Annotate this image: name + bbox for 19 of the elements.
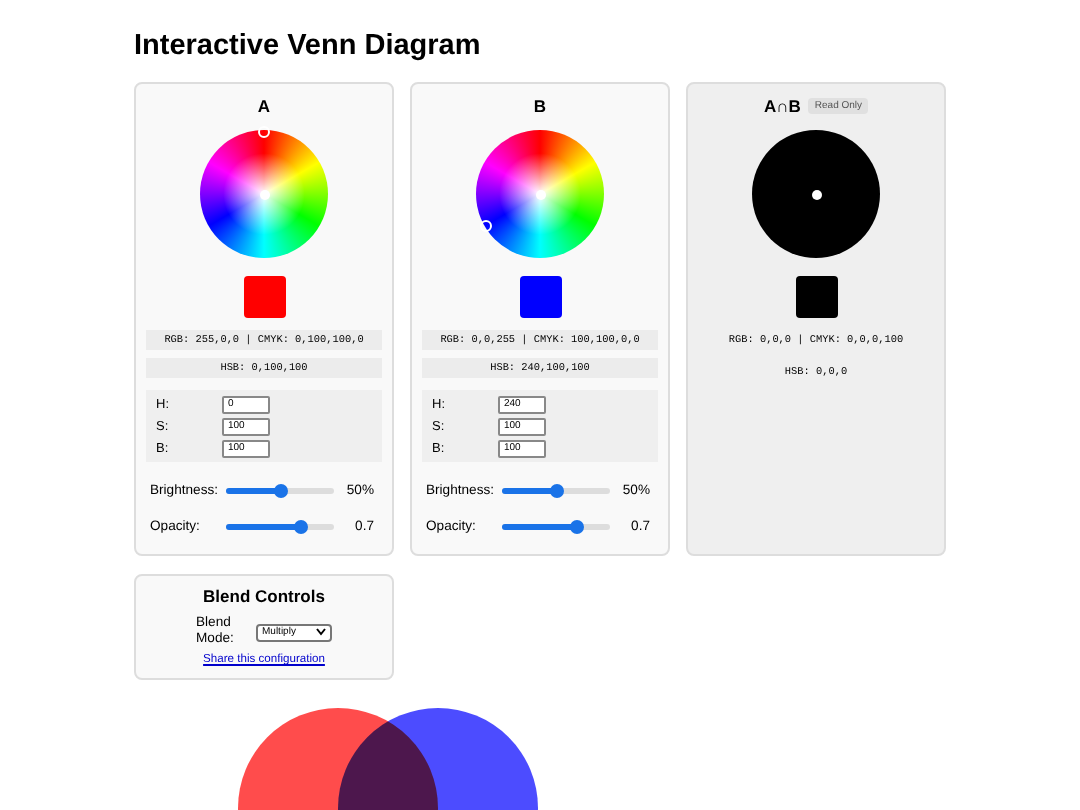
hue-handle[interactable] (480, 219, 493, 231)
panel-title: A (257, 96, 271, 116)
slider-thumb[interactable] (570, 519, 585, 533)
slider-thumb[interactable] (549, 483, 563, 497)
slider[interactable] (502, 487, 610, 493)
panel-title: A∩B (763, 96, 801, 116)
panel-title: B (533, 96, 547, 116)
center-dot (811, 189, 821, 199)
center-dot (535, 189, 545, 199)
caret-icon (316, 628, 326, 636)
center-dot (259, 189, 269, 199)
slider-thumb[interactable] (294, 519, 309, 533)
slider[interactable] (226, 487, 334, 493)
page-title: Interactive Venn Diagram (134, 28, 483, 64)
slider[interactable] (226, 523, 334, 529)
slider[interactable] (502, 523, 610, 529)
hue-handle[interactable] (258, 126, 270, 138)
panel-title: Blend Controls (203, 586, 325, 606)
slider-thumb[interactable] (273, 483, 287, 497)
